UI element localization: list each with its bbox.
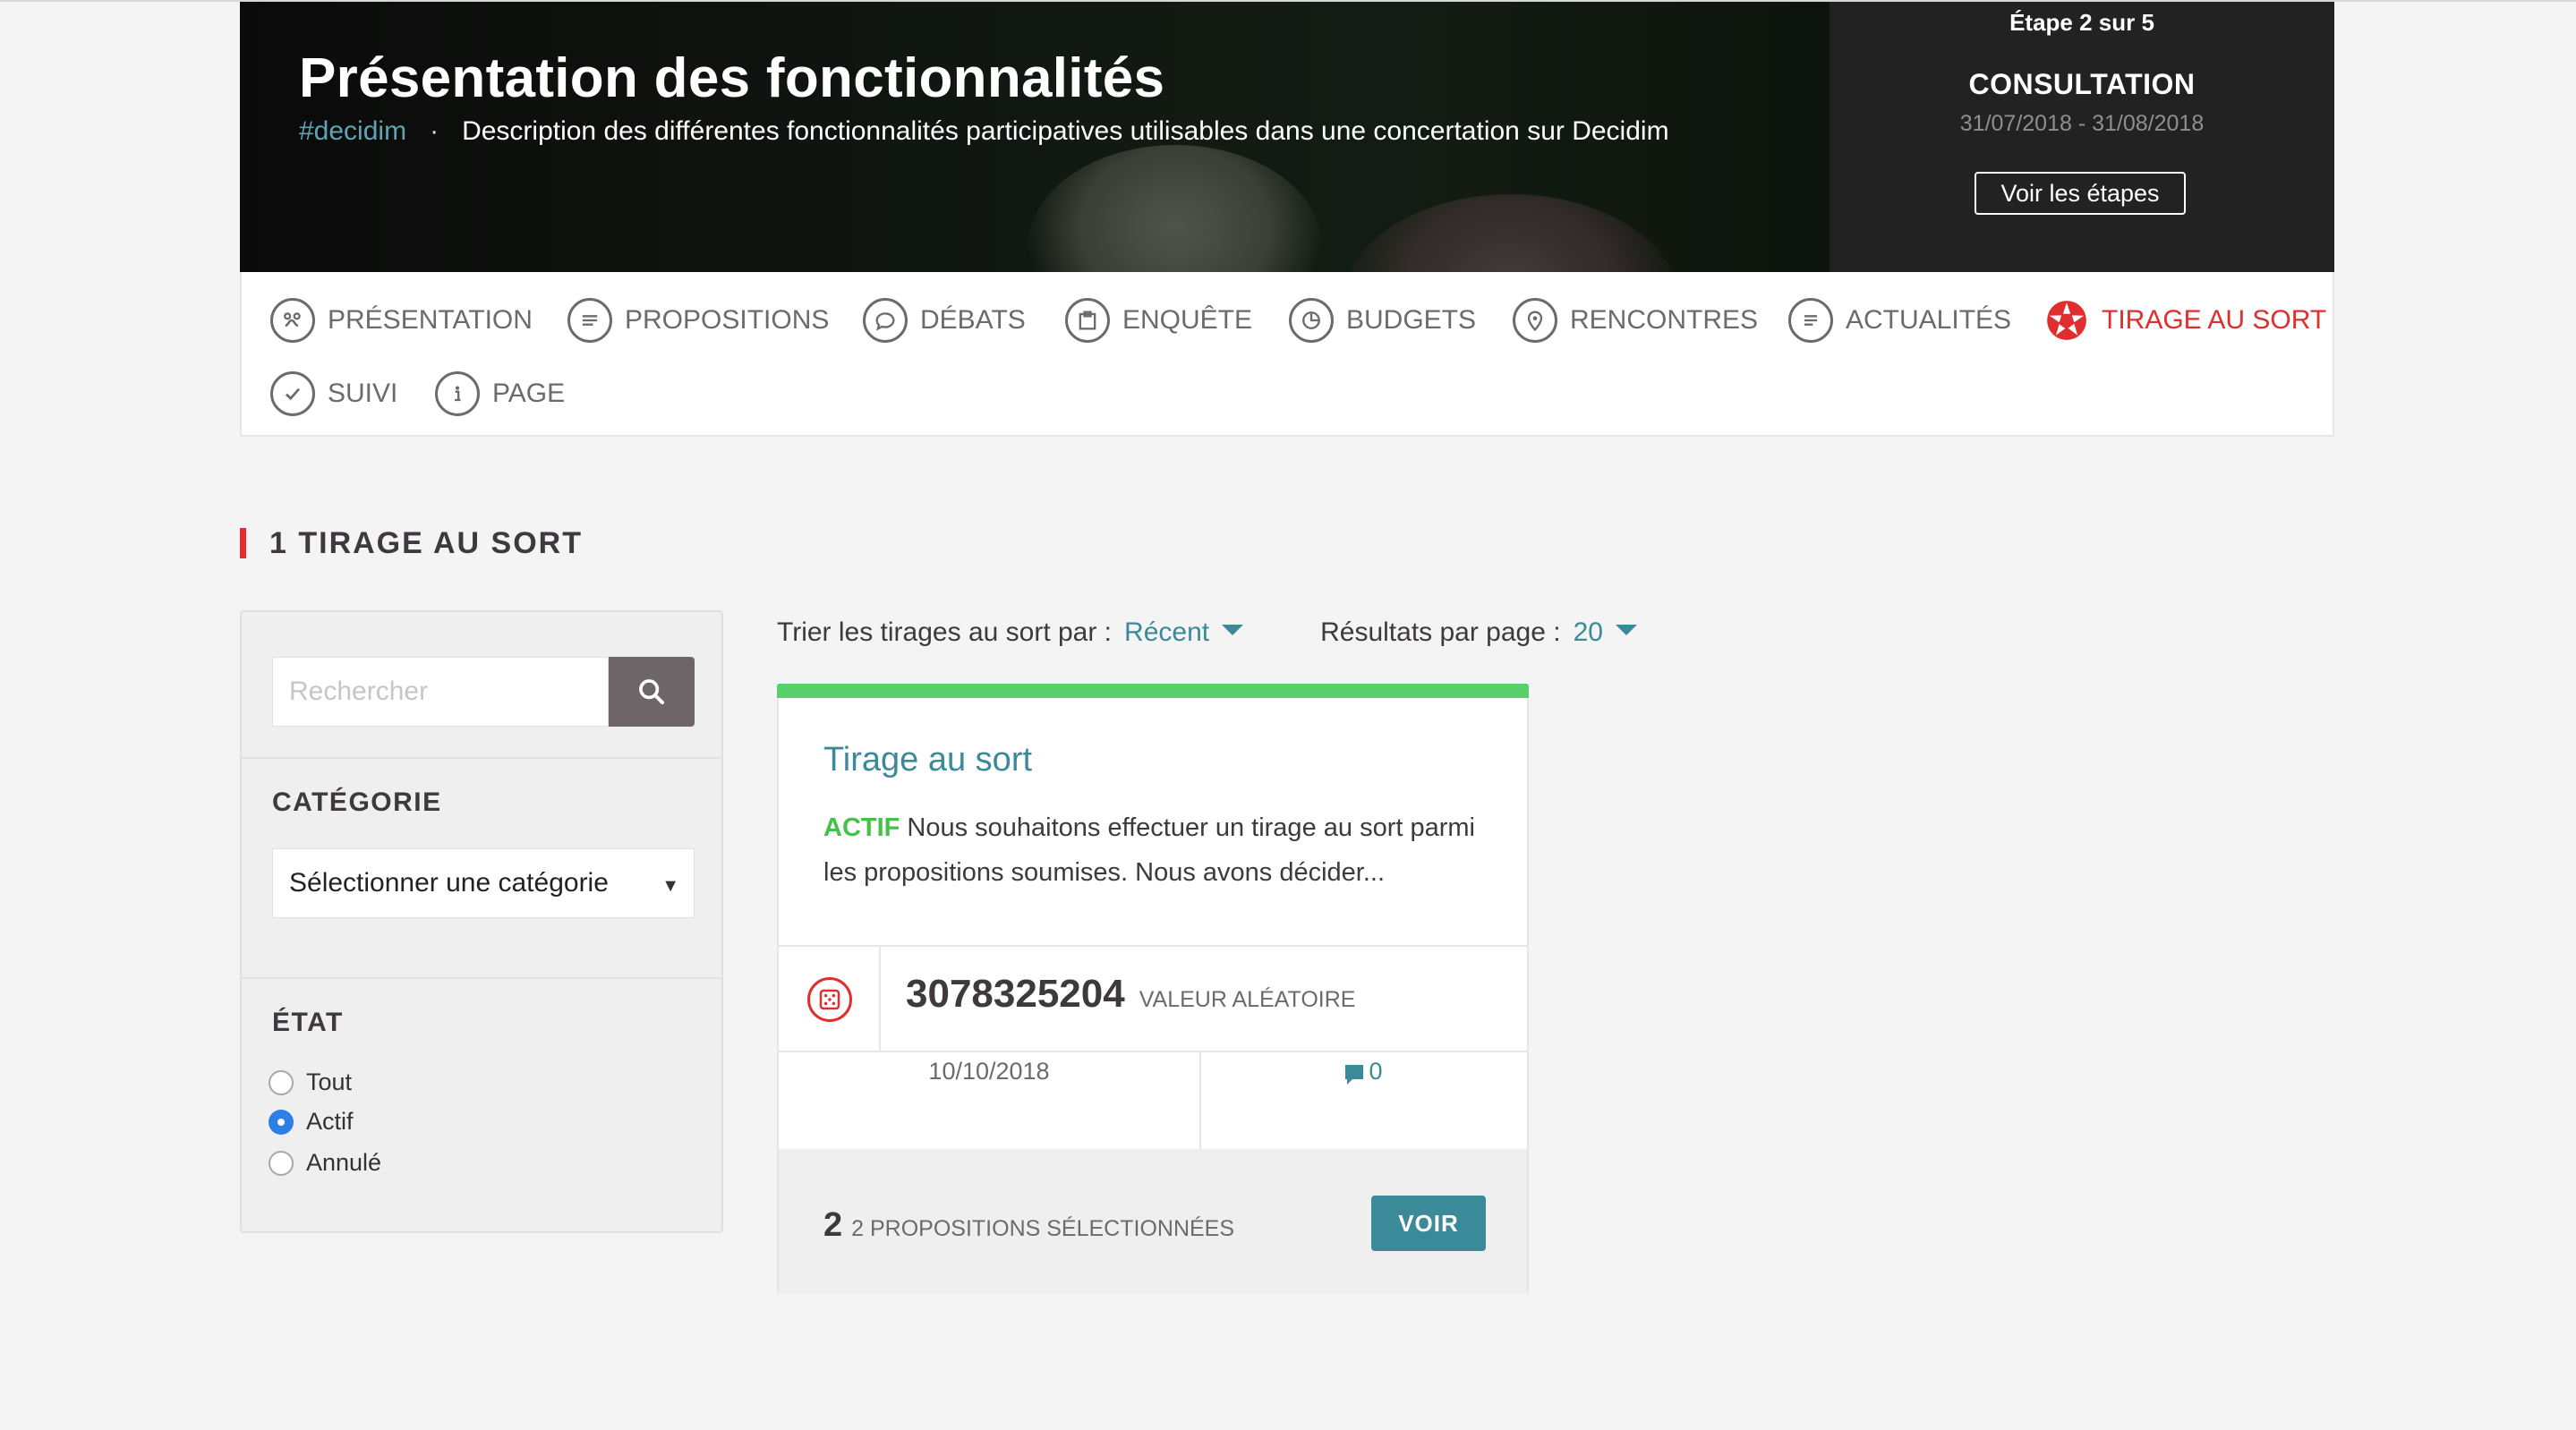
selected-proposals: 2 2 PROPOSITIONS SÉLECTIONNÉES bbox=[823, 1206, 1234, 1245]
category-filter-label: CATÉGORIE bbox=[272, 787, 442, 817]
tab-news[interactable]: Actualités bbox=[1788, 295, 2011, 345]
selected-label: 2 PROPOSITIONS SÉLECTIONNÉES bbox=[851, 1216, 1235, 1241]
status-bar bbox=[777, 684, 1529, 698]
budgets-icon bbox=[1289, 298, 1334, 343]
state-option-cancelled[interactable]: Annulé bbox=[269, 1149, 381, 1177]
card-description-text: Nous souhaitons effectuer un tirage au s… bbox=[823, 813, 1475, 887]
card-footer: 2 2 PROPOSITIONS SÉLECTIONNÉES VOIR bbox=[779, 1149, 1527, 1294]
state-filter-label: ÉTAT bbox=[272, 1008, 344, 1037]
tab-sortition[interactable]: Tirage au sort bbox=[2044, 295, 2326, 345]
tab-survey[interactable]: Enquête bbox=[1065, 295, 1252, 345]
process-nav-tabs: Présentation Propositions Débats Enquête… bbox=[240, 272, 2334, 437]
seed-label: VALEUR ALÉATOIRE bbox=[1139, 987, 1356, 1012]
filters-panel: CATÉGORIE Sélectionner une catégorie ▼ É… bbox=[240, 610, 723, 1233]
news-icon bbox=[1788, 298, 1833, 343]
caret-down-icon[interactable] bbox=[1222, 625, 1244, 635]
process-description: Description des différentes fonctionnali… bbox=[462, 116, 1669, 146]
process-subtitle: #decidim · Description des différentes f… bbox=[299, 116, 1669, 147]
step-dates: 31/07/2018 - 31/08/2018 bbox=[1959, 111, 2205, 136]
sort-order-label: Trier les tirages au sort par : bbox=[777, 617, 1113, 647]
subtitle-separator: · bbox=[430, 116, 439, 146]
process-hero: Présentation des fonctionnalités #decidi… bbox=[240, 2, 2334, 272]
sort-order-dropdown[interactable]: Récent bbox=[1124, 617, 1209, 648]
tab-tracking[interactable]: Suivi bbox=[270, 369, 397, 419]
dropdown-arrow-icon: ▼ bbox=[661, 876, 679, 896]
random-seed: 3078325204 VALEUR ALÉATOIRE bbox=[906, 972, 1355, 1017]
sortition-card: Tirage au sort ACTIF Nous souhaitons effe… bbox=[777, 684, 1529, 1294]
divider bbox=[779, 945, 1527, 947]
per-page-dropdown[interactable]: 20 bbox=[1574, 617, 1603, 648]
selected-count: 2 bbox=[823, 1206, 843, 1244]
state-option-active[interactable]: Actif bbox=[269, 1108, 354, 1136]
caret-down-icon[interactable] bbox=[1615, 625, 1637, 635]
divider bbox=[242, 977, 721, 979]
per-page-label: Résultats par page : bbox=[1320, 617, 1561, 647]
section-title: 1 TIRAGE AU SORT bbox=[240, 526, 583, 560]
card-title[interactable]: Tirage au sort bbox=[823, 741, 1032, 779]
tab-page[interactable]: Page bbox=[435, 369, 565, 419]
step-counter: Étape 2 sur 5 bbox=[2009, 9, 2154, 36]
proposals-icon bbox=[567, 298, 612, 343]
sort-bar: Trier les tirages au sort par : Récent R… bbox=[777, 617, 1637, 648]
radio-button-checked[interactable] bbox=[269, 1109, 294, 1135]
divider bbox=[242, 757, 721, 759]
process-hashtag[interactable]: #decidim bbox=[299, 116, 406, 147]
divider bbox=[779, 1051, 1527, 1052]
view-steps-button[interactable]: Voir les étapes bbox=[1975, 172, 2186, 215]
debates-icon bbox=[863, 298, 908, 343]
sortition-icon bbox=[2044, 298, 2089, 343]
presentation-icon bbox=[270, 298, 315, 343]
card-date: 10/10/2018 bbox=[928, 1058, 1050, 1085]
tab-proposals[interactable]: Propositions bbox=[567, 295, 829, 345]
tab-budgets[interactable]: Budgets bbox=[1289, 295, 1476, 345]
radio-button[interactable] bbox=[269, 1150, 294, 1176]
status-label: ACTIF bbox=[823, 813, 900, 842]
search-button[interactable] bbox=[609, 657, 695, 727]
dice-icon bbox=[807, 977, 852, 1022]
search-form bbox=[272, 657, 695, 727]
tab-presentation[interactable]: Présentation bbox=[270, 295, 533, 345]
card-description: ACTIF Nous souhaitons effectuer un tirage… bbox=[823, 805, 1504, 895]
state-option-all[interactable]: Tout bbox=[269, 1068, 352, 1096]
category-select-value: Sélectionner une catégorie bbox=[289, 868, 609, 898]
divider bbox=[879, 947, 881, 1051]
tab-debates[interactable]: Débats bbox=[863, 295, 1026, 345]
search-icon bbox=[639, 679, 665, 705]
check-icon bbox=[270, 371, 315, 416]
radio-button[interactable] bbox=[269, 1069, 294, 1095]
view-button[interactable]: VOIR bbox=[1371, 1196, 1486, 1251]
process-title: Présentation des fonctionnalités bbox=[299, 47, 1165, 109]
step-phase-title: CONSULTATION bbox=[1968, 68, 2196, 100]
comment-icon bbox=[1345, 1064, 1364, 1085]
meetings-icon bbox=[1513, 298, 1557, 343]
tab-meetings[interactable]: Rencontres bbox=[1513, 295, 1758, 345]
survey-icon bbox=[1065, 298, 1110, 343]
process-step-box: Étape 2 sur 5 CONSULTATION 31/07/2018 - … bbox=[1830, 2, 2334, 272]
category-select[interactable]: Sélectionner une catégorie ▼ bbox=[272, 848, 695, 918]
search-input[interactable] bbox=[272, 657, 609, 727]
comments-count[interactable]: 0 bbox=[1201, 1058, 1527, 1085]
seed-value: 3078325204 bbox=[906, 972, 1125, 1016]
info-icon bbox=[435, 371, 480, 416]
